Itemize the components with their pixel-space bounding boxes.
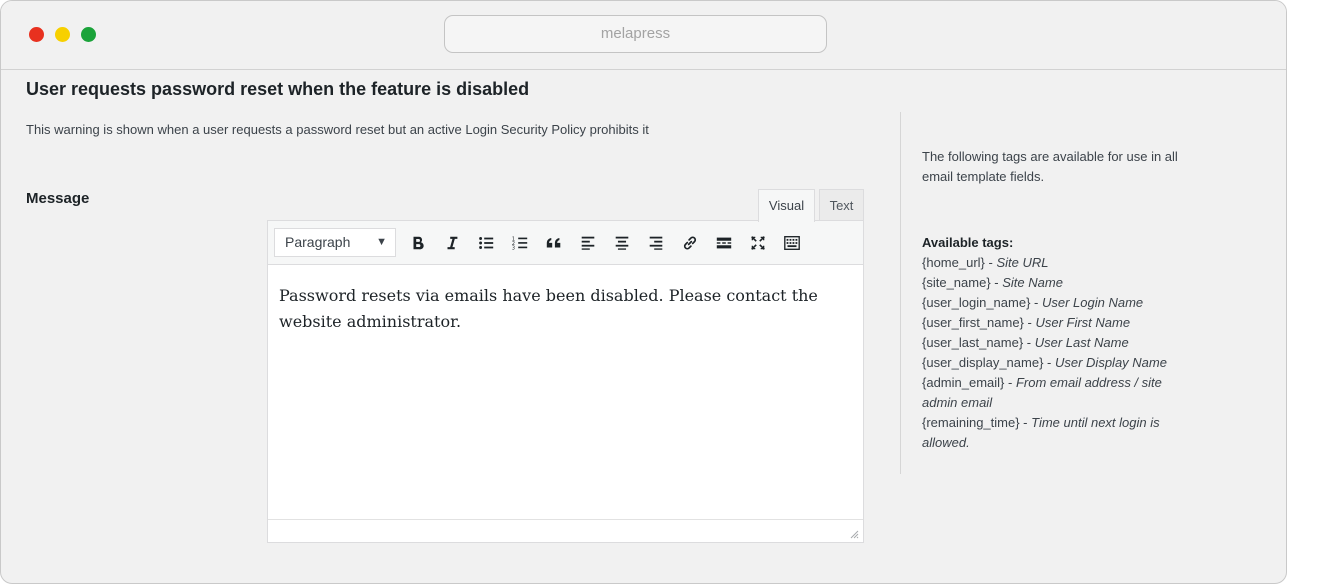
tags-intro: The following tags are available for use… bbox=[922, 149, 1178, 184]
resize-handle-icon[interactable] bbox=[849, 529, 859, 539]
fullscreen-icon[interactable] bbox=[746, 231, 770, 255]
tag-code: {home_url} bbox=[922, 255, 985, 270]
align-center-icon[interactable] bbox=[610, 231, 634, 255]
tag-description: User First Name bbox=[1035, 315, 1131, 330]
tag-code: {remaining_time} bbox=[922, 415, 1020, 430]
italic-icon[interactable] bbox=[440, 231, 464, 255]
section-description: This warning is shown when a user reques… bbox=[26, 122, 649, 137]
tag-code: {site_name} bbox=[922, 275, 991, 290]
format-select[interactable]: Paragraph ▼ bbox=[274, 228, 396, 257]
list-item: {remaining_time} - Time until next login… bbox=[922, 415, 1160, 450]
tag-description: User Login Name bbox=[1041, 295, 1144, 310]
tags-title: Available tags: bbox=[922, 235, 1014, 250]
minimize-window-button[interactable] bbox=[55, 27, 70, 42]
editor-toolbar: Paragraph ▼ 123 bbox=[268, 221, 863, 265]
format-select-value: Paragraph bbox=[285, 234, 351, 250]
blockquote-icon[interactable] bbox=[542, 231, 566, 255]
list-item: {home_url} - Site URL bbox=[922, 255, 1049, 270]
list-item: {admin_email} - From email address / sit… bbox=[922, 375, 1162, 410]
close-window-button[interactable] bbox=[29, 27, 44, 42]
browser-window: melapress User requests password reset w… bbox=[0, 0, 1287, 584]
list-item: {user_login_name} - User Login Name bbox=[922, 295, 1144, 310]
list-item: {user_last_name} - User Last Name bbox=[922, 335, 1129, 350]
link-icon[interactable] bbox=[678, 231, 702, 255]
chevron-down-icon: ▼ bbox=[376, 236, 387, 248]
column-divider bbox=[900, 112, 901, 474]
list-item: {site_name} - Site Name bbox=[922, 275, 1063, 290]
numbered-list-icon[interactable]: 123 bbox=[508, 231, 532, 255]
title-bar: melapress bbox=[1, 1, 1286, 70]
address-bar[interactable]: melapress bbox=[444, 15, 827, 53]
toolbar-toggle-icon[interactable] bbox=[780, 231, 804, 255]
bold-icon[interactable] bbox=[406, 231, 430, 255]
tag-code: {admin_email} bbox=[922, 375, 1005, 390]
message-editor: Paragraph ▼ 123 Password resets via emai… bbox=[267, 220, 864, 543]
editor-statusbar bbox=[268, 519, 863, 542]
tag-code: {user_display_name} bbox=[922, 355, 1044, 370]
tab-visual[interactable]: Visual bbox=[758, 189, 815, 222]
bulleted-list-icon[interactable] bbox=[474, 231, 498, 255]
read-more-icon[interactable] bbox=[712, 231, 736, 255]
message-label: Message bbox=[26, 190, 90, 207]
list-item: {user_display_name} - User Display Name bbox=[922, 355, 1167, 370]
align-left-icon[interactable] bbox=[576, 231, 600, 255]
svg-text:3: 3 bbox=[512, 245, 515, 251]
tag-code: {user_first_name} bbox=[922, 315, 1024, 330]
list-item: {user_first_name} - User First Name bbox=[922, 315, 1131, 330]
tag-description: Site URL bbox=[996, 255, 1049, 270]
tag-code: {user_login_name} bbox=[922, 295, 1031, 310]
maximize-window-button[interactable] bbox=[81, 27, 96, 42]
tag-code: {user_last_name} bbox=[922, 335, 1024, 350]
align-right-icon[interactable] bbox=[644, 231, 668, 255]
section-title: User requests password reset when the fe… bbox=[26, 79, 530, 99]
tab-text[interactable]: Text bbox=[819, 189, 864, 221]
tag-description: User Last Name bbox=[1034, 335, 1129, 350]
tags-list: {home_url} - Site URL {site_name} - Site… bbox=[922, 253, 1192, 453]
tag-description: User Display Name bbox=[1054, 355, 1167, 370]
tag-description: Site Name bbox=[1002, 275, 1063, 290]
editor-content[interactable]: Password resets via emails have been dis… bbox=[279, 283, 854, 335]
